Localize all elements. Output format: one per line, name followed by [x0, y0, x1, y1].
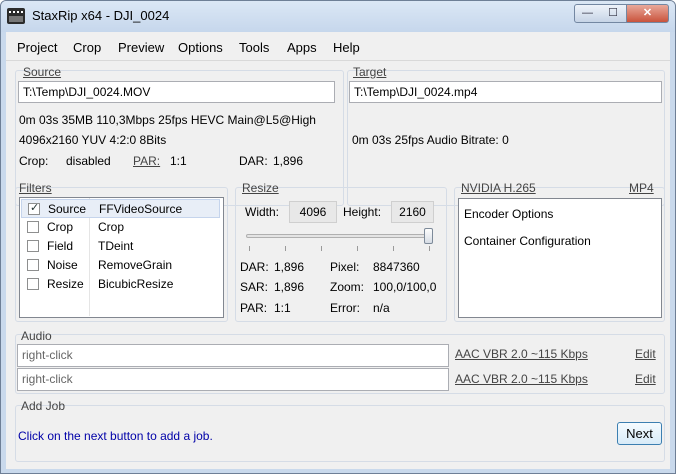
resize-dar-value: 1,896: [274, 260, 305, 274]
clapperboard-icon: [7, 8, 25, 24]
filter-value: FFVideoSource: [99, 202, 183, 216]
filter-list[interactable]: Source FFVideoSource Crop Crop Field TDe…: [19, 197, 224, 318]
filter-noise-checkbox[interactable]: [27, 259, 39, 271]
resize-error-value: n/a: [373, 301, 390, 315]
addjob-message: Click on the next button to add a job.: [18, 429, 213, 443]
source-dar-value: 1,896: [273, 154, 304, 168]
source-crop-value: disabled: [66, 154, 111, 168]
target-path-field[interactable]: T:\Temp\DJI_0024.mp4: [349, 81, 662, 103]
maximize-button[interactable]: ☐: [600, 4, 627, 23]
container-format-link[interactable]: MP4: [629, 181, 654, 195]
filter-name: Crop: [47, 220, 74, 234]
source-info-line1: 0m 03s 35MB 110,3Mbps 25fps HEVC Main@L5…: [19, 113, 316, 127]
audio-track-2-field[interactable]: right-click: [17, 368, 449, 391]
audio-title: Audio: [21, 329, 52, 343]
resize-zoom-value: 100,0/100,0: [373, 280, 437, 294]
resize-pixel-value: 8847360: [373, 260, 420, 274]
resize-error-label: Error:: [330, 301, 360, 315]
filter-value: Crop: [98, 220, 125, 234]
minimize-button[interactable]: —: [574, 4, 601, 23]
filters-title[interactable]: Filters: [19, 181, 52, 195]
resize-pixel-label: Pixel:: [330, 260, 360, 274]
menu-crop[interactable]: Crop: [73, 40, 101, 55]
container-configuration-item[interactable]: Container Configuration: [464, 234, 591, 248]
next-button[interactable]: Next: [617, 422, 662, 445]
client-area: Project Crop Preview Options Tools Apps …: [6, 32, 670, 469]
resize-height-label: Height:: [343, 205, 382, 219]
addjob-title: Add Job: [21, 399, 66, 413]
filter-row-source[interactable]: Source FFVideoSource: [21, 199, 220, 218]
encoder-options-list[interactable]: Encoder Options Container Configuration: [458, 198, 662, 318]
source-par-value: 1:1: [170, 154, 187, 168]
source-crop-label: Crop:: [19, 154, 49, 168]
menu-project[interactable]: Project: [17, 40, 57, 55]
resize-zoom-label: Zoom:: [330, 280, 365, 294]
menu-tools[interactable]: Tools: [239, 40, 269, 55]
encoder-options-item[interactable]: Encoder Options: [464, 207, 553, 221]
filter-row-noise[interactable]: Noise RemoveGrain: [21, 256, 220, 275]
target-info: 0m 03s 25fps Audio Bitrate: 0: [352, 133, 509, 147]
menu-bar: Project Crop Preview Options Tools Apps …: [6, 32, 670, 61]
filter-name: Field: [47, 239, 74, 253]
audio-track-1-field[interactable]: right-click: [17, 344, 449, 367]
filter-resize-checkbox[interactable]: [27, 278, 39, 290]
filter-row-field[interactable]: Field TDeint: [21, 237, 220, 256]
resize-slider-thumb[interactable]: [424, 228, 433, 244]
resize-par-value: 1:1: [274, 301, 291, 315]
filter-value: RemoveGrain: [98, 258, 173, 272]
target-title[interactable]: Target: [353, 65, 386, 79]
resize-dar-label: DAR:: [240, 260, 269, 274]
source-info-line2: 4096x2160 YUV 4:2:0 8Bits: [19, 133, 167, 147]
close-button[interactable]: ✕: [626, 4, 669, 23]
title-bar[interactable]: StaxRip x64 - DJI_0024 — ☐ ✕: [1, 1, 675, 32]
filter-name: Noise: [47, 258, 78, 272]
menu-help[interactable]: Help: [333, 40, 360, 55]
resize-sar-label: SAR:: [240, 280, 269, 294]
source-title[interactable]: Source: [23, 65, 61, 79]
audio-track-1-edit[interactable]: Edit: [635, 347, 656, 361]
encoder-title-link[interactable]: NVIDIA H.265: [461, 181, 536, 195]
resize-width-field[interactable]: 4096: [289, 201, 337, 223]
window-title: StaxRip x64 - DJI_0024: [32, 8, 170, 23]
audio-track-1-profile[interactable]: AAC VBR 2.0 ~115 Kbps: [455, 347, 588, 361]
resize-title[interactable]: Resize: [242, 181, 279, 195]
filter-value: TDeint: [98, 239, 134, 253]
audio-track-2-edit[interactable]: Edit: [635, 372, 656, 386]
resize-slider-ticks: [249, 246, 434, 251]
filter-source-checkbox[interactable]: [28, 201, 40, 215]
source-path-field[interactable]: T:\Temp\DJI_0024.MOV: [18, 81, 335, 103]
filter-field-checkbox[interactable]: [27, 240, 39, 252]
audio-track-2-profile[interactable]: AAC VBR 2.0 ~115 Kbps: [455, 372, 588, 386]
menu-preview[interactable]: Preview: [118, 40, 164, 55]
resize-height-field[interactable]: 2160: [391, 201, 434, 223]
source-par-link[interactable]: PAR:: [133, 154, 160, 168]
resize-sar-value: 1,896: [274, 280, 305, 294]
resize-par-label: PAR:: [240, 301, 268, 315]
filter-row-resize[interactable]: Resize BicubicResize: [21, 275, 220, 294]
main-window: StaxRip x64 - DJI_0024 — ☐ ✕ Project Cro…: [0, 0, 676, 474]
filter-crop-checkbox[interactable]: [27, 221, 39, 233]
menu-options[interactable]: Options: [178, 40, 223, 55]
filter-name: Source: [48, 202, 87, 216]
source-dar-label: DAR:: [239, 154, 268, 168]
filter-value: BicubicResize: [98, 277, 174, 291]
resize-width-label: Width:: [245, 205, 280, 219]
resize-slider-track[interactable]: [246, 234, 433, 238]
filter-row-crop[interactable]: Crop Crop: [21, 218, 220, 237]
filter-name: Resize: [47, 277, 84, 291]
menu-apps[interactable]: Apps: [287, 40, 317, 55]
